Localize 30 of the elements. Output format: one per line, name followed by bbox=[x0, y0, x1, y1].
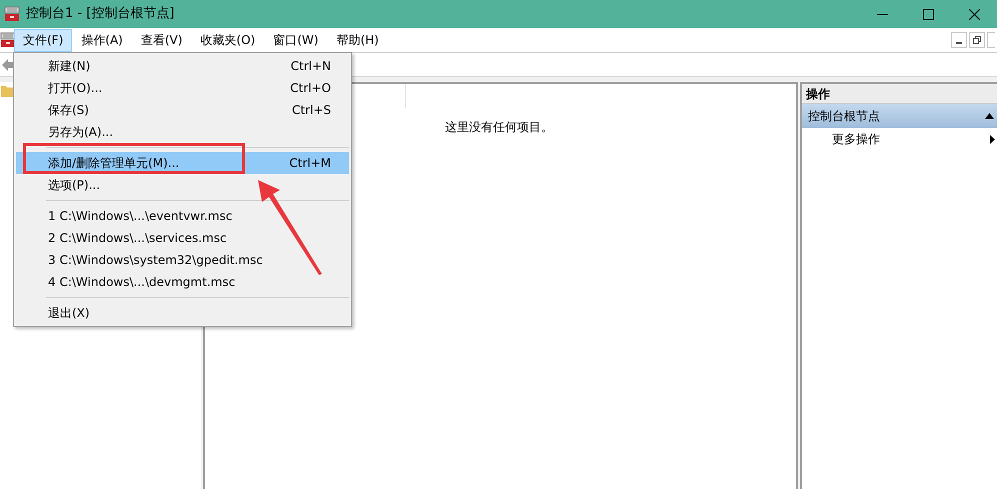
menu-entry[interactable]: 保存(S) Ctrl+S bbox=[16, 99, 349, 121]
menu-item[interactable]: 收藏夹(O) bbox=[191, 28, 264, 52]
section-title: 控制台根节点 bbox=[808, 108, 880, 125]
pane-title: 操作 bbox=[806, 86, 830, 102]
child-minimize-button[interactable] bbox=[951, 32, 967, 48]
menu-entry[interactable]: 1 C:\Windows\...\eventvwr.msc bbox=[16, 205, 349, 227]
menu-entry[interactable]: 3 C:\Windows\system32\gpedit.msc bbox=[16, 249, 349, 271]
maximize-icon bbox=[922, 8, 934, 20]
console-icon bbox=[4, 6, 20, 22]
menu-entry[interactable]: 退出(X) bbox=[16, 302, 349, 324]
menu-item[interactable]: 查看(V) bbox=[132, 28, 192, 52]
menu-item[interactable]: 文件(F) bbox=[14, 28, 72, 52]
menu-item[interactable]: 操作(A) bbox=[72, 28, 132, 52]
menu-entry[interactable]: 另存为(A)... bbox=[16, 121, 349, 143]
menu-entry[interactable]: 打开(O)... Ctrl+O bbox=[16, 77, 349, 99]
menu-entry[interactable]: 2 C:\Windows\...\services.msc bbox=[16, 227, 349, 249]
window-title: 控制台1 - [控制台根节点] bbox=[26, 5, 174, 24]
close-icon bbox=[968, 8, 980, 20]
action-item[interactable]: 更多操作 bbox=[802, 128, 997, 150]
menu-item[interactable]: 窗口(W) bbox=[264, 28, 328, 52]
child-restore-button[interactable] bbox=[969, 32, 985, 48]
menu-entry[interactable]: 新建(N) Ctrl+N bbox=[16, 55, 349, 77]
empty-message: 这里没有任何项目。 bbox=[445, 120, 553, 134]
collapse-arrow-icon[interactable] bbox=[985, 113, 994, 119]
section-header[interactable]: 控制台根节点 bbox=[802, 104, 997, 128]
restore-icon bbox=[973, 36, 981, 44]
menu-item[interactable]: 帮助(H) bbox=[327, 28, 388, 52]
menu-entry[interactable]: 选项(P)... bbox=[16, 174, 349, 196]
menu-entry[interactable]: 4 C:\Windows\...\devmgmt.msc bbox=[16, 271, 349, 293]
submenu-arrow-icon bbox=[990, 134, 995, 144]
